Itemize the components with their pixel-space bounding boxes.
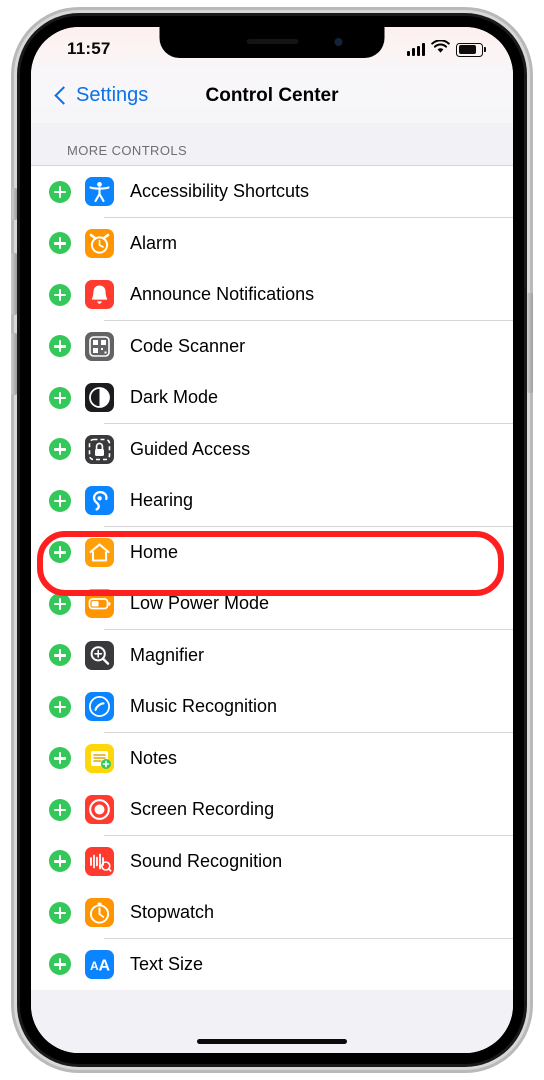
stopwatch-icon	[85, 898, 114, 928]
power-button[interactable]	[527, 293, 533, 393]
accessibility-icon	[85, 177, 114, 207]
sound-recognition-icon	[85, 846, 114, 876]
list-item[interactable]: A A Text Size	[31, 938, 513, 990]
status-indicators	[407, 39, 486, 59]
add-control-button[interactable]	[49, 850, 71, 873]
announce-notifications-icon	[85, 280, 114, 310]
add-control-button[interactable]	[49, 335, 71, 358]
add-control-button[interactable]	[49, 232, 71, 255]
list-item-label: Alarm	[130, 232, 178, 253]
home-indicator[interactable]	[197, 1039, 347, 1044]
list-item-label: Code Scanner	[130, 335, 246, 356]
notes-icon	[85, 743, 114, 773]
more-controls-list: Accessibility Shortcuts Alarm Announce Not…	[31, 165, 513, 990]
list-item-label: Screen Recording	[130, 799, 275, 820]
list-item[interactable]: Stopwatch	[31, 887, 513, 939]
add-control-button[interactable]	[49, 489, 71, 512]
add-control-button[interactable]	[49, 438, 71, 461]
home-icon	[85, 537, 114, 567]
list-item[interactable]: Music Recognition	[31, 681, 513, 733]
navigation-bar: Settings Control Center	[31, 73, 513, 123]
music-recognition-icon	[85, 692, 114, 722]
list-item[interactable]: Hearing	[31, 475, 513, 527]
list-item[interactable]: Code Scanner	[31, 320, 513, 372]
alarm-clock-icon	[85, 228, 114, 258]
magnifier-icon	[85, 640, 114, 670]
list-item-label: Notes	[130, 747, 178, 768]
list-item-label: Accessibility Shortcuts	[130, 181, 310, 202]
code-scanner-icon	[85, 331, 114, 361]
battery-icon	[456, 42, 486, 57]
low-power-mode-icon	[85, 589, 114, 619]
add-control-button[interactable]	[49, 283, 71, 306]
list-item[interactable]: Low Power Mode	[31, 578, 513, 630]
list-item[interactable]: Alarm	[31, 217, 513, 269]
cellular-signal-icon	[407, 43, 425, 56]
list-item[interactable]: Home	[31, 526, 513, 578]
add-control-button[interactable]	[49, 747, 71, 770]
dark-mode-icon	[85, 383, 114, 413]
list-item-label: Text Size	[130, 953, 204, 974]
add-control-button[interactable]	[49, 180, 71, 203]
list-item-label: Home	[130, 541, 179, 562]
page-title: Control Center	[205, 85, 339, 106]
earpiece-speaker	[246, 39, 298, 44]
list-item[interactable]: Sound Recognition	[31, 835, 513, 887]
section-header-more-controls: MORE CONTROLS	[67, 143, 188, 158]
volume-down-button[interactable]	[11, 333, 17, 395]
add-control-button[interactable]	[49, 695, 71, 718]
add-control-button[interactable]	[49, 541, 71, 564]
list-item-label: Low Power Mode	[130, 593, 270, 614]
list-item[interactable]: Notes	[31, 732, 513, 784]
front-camera	[334, 38, 343, 46]
list-item-label: Hearing	[130, 490, 194, 511]
status-time: 11:57	[67, 39, 111, 58]
list-item[interactable]: Guided Access	[31, 423, 513, 475]
hearing-icon	[85, 486, 114, 516]
svg-text:A: A	[99, 957, 111, 974]
list-item[interactable]: Announce Notifications	[31, 269, 513, 321]
phone-screen: 11:57 Settings Control Center MORE CONTR…	[31, 27, 513, 1053]
list-item[interactable]: Dark Mode	[31, 372, 513, 424]
add-control-button[interactable]	[49, 901, 71, 924]
text-size-icon: AA	[85, 949, 114, 979]
add-control-button[interactable]	[49, 592, 71, 615]
silent-switch[interactable]	[12, 188, 17, 220]
list-item[interactable]: Accessibility Shortcuts	[31, 166, 513, 218]
list-item-label: Dark Mode	[130, 387, 219, 408]
guided-access-icon	[85, 434, 114, 464]
list-item[interactable]: Magnifier	[31, 629, 513, 681]
settings-content: MORE CONTROLS Accessibility Shortcuts Ala…	[31, 123, 513, 1053]
list-item-label: Announce Notifications	[130, 284, 315, 305]
add-control-button[interactable]	[49, 798, 71, 821]
notch	[159, 27, 385, 58]
add-control-button[interactable]	[49, 953, 71, 976]
list-item-label: Magnifier	[130, 644, 205, 665]
list-item[interactable]: Screen Recording	[31, 784, 513, 836]
list-item-label: Stopwatch	[130, 902, 215, 923]
add-control-button[interactable]	[49, 644, 71, 667]
phone-frame: 11:57 Settings Control Center MORE CONTR…	[11, 13, 533, 1067]
volume-up-button[interactable]	[11, 253, 17, 315]
screen-recording-icon	[85, 795, 114, 825]
list-item-label: Guided Access	[130, 438, 251, 459]
add-control-button[interactable]	[49, 386, 71, 409]
list-item-label: Music Recognition	[130, 696, 278, 717]
wifi-icon	[431, 39, 450, 59]
list-item-label: Sound Recognition	[130, 850, 283, 871]
